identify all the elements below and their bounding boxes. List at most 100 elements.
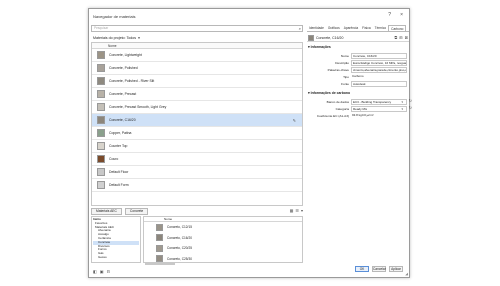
category-select[interactable]: Ready Mix ▾ [351,106,407,112]
title-bar: Navegador de materiais ? × [89,9,409,23]
material-thumbnail [156,223,163,231]
tab-termico[interactable]: Térmico [373,25,389,31]
list-item-label: Concrete, C16/20 [109,118,136,122]
list-item-label: Concrete, Polished - River Silt [109,79,155,83]
material-name: Concrete, C16/20 [316,35,344,40]
material-thumbnail [97,64,105,72]
tab-carbono[interactable]: Carbono [388,25,407,31]
add-icon[interactable]: ⊞ [399,35,402,40]
ok-button[interactable]: OK [355,266,369,272]
new-material-icon[interactable]: ◧ [93,269,97,274]
chevron-down-icon: ▾ [401,100,403,104]
material-list: Nome Concrete, Lightweight Concrete, Poli… [91,42,303,206]
field-label: Banco de dados [326,100,349,104]
tab-aparencia[interactable]: Aparência [342,25,360,31]
tab-graficos[interactable]: Gráficos [326,25,342,31]
library-tabs: Materiais AEC Concrete ▦ ☰ ▾ [91,208,303,215]
horizontal-scrollbar[interactable] [145,263,175,265]
list-item[interactable]: Concrete, Polished - River Silt [92,75,302,88]
ec-coefficient-value: 93.8 kgCO₂e/m³ [352,113,374,117]
browser-icon[interactable]: ⊟ [107,269,110,274]
list-item[interactable]: Concrete, Precast [92,88,302,101]
tab-identidade[interactable]: Identidade [307,25,326,31]
description-input[interactable]: Euroc&ódigo Concreto, 16 MPa, resguarnt … [351,60,407,66]
library-filter-bar[interactable]: Materiais do projeto: Todos ▾ ▤ [91,34,313,41]
grid-item[interactable]: Concreto, C12/15 [144,222,302,233]
material-thumbnail [97,142,105,150]
list-item[interactable]: Copper, Patina [92,127,302,140]
field-category: Categoria Ready Mix ▾ ↻ [307,105,412,112]
delete-icon[interactable]: ⊠ [405,35,408,40]
options-icon[interactable]: ▾ [301,208,303,213]
type-value: Carbono [352,74,364,78]
material-thumbnail [97,103,105,111]
grid-item[interactable]: Concreto, C20/25 [144,243,302,254]
field-keywords: Palavras-chave cimento,alvenaria,parede,… [307,67,409,73]
field-database: Banco de dados EC3 - Building Transparen… [307,98,412,105]
list-item[interactable]: Concrete, C16/20 ✎ [92,114,302,127]
list-item[interactable]: Couro [92,153,302,166]
list-item[interactable]: Concrete, Lightweight [92,49,302,62]
duplicate-icon[interactable]: ⧉ [394,35,397,40]
refresh-icon[interactable]: ↻ [409,98,412,103]
field-ec-coefficient: Coeficiente EC (A1-A3) 93.8 kgCO₂e/m³ [307,113,409,119]
help-button[interactable]: ? [388,12,391,18]
info-section-header[interactable]: ▾ Informações [308,45,331,49]
grid-item-label: Concreto, C20/25 [167,246,192,251]
tab-fisica[interactable]: Física [360,25,373,31]
grid-item-label: Concreto, C16/20 [167,235,192,240]
field-description: Descrição Euroc&ódigo Concreto, 16 MPa, … [307,60,409,66]
cancel-button[interactable]: Cancelar [372,266,386,272]
keywords-input[interactable]: cimento,alvenaria,parede,cimento,piso,ca… [351,67,407,73]
list-item[interactable]: Counter Top [92,140,302,153]
material-thumbnail [97,129,105,137]
field-label: Categoria [335,107,349,111]
tab-materiais-aec[interactable]: Materiais AEC [91,208,122,215]
chevron-down-icon: ▾ [401,107,403,111]
list-item-label: Couro [109,157,119,161]
grid-view-icon[interactable]: ▦ [290,208,294,213]
grid-item-label: Concreto, C12/15 [167,225,192,230]
list-view-icon[interactable]: ☰ [295,208,299,213]
apply-button[interactable]: Aplicar [389,266,403,272]
tab-concrete[interactable]: Concrete [124,208,149,215]
list-item-label: Concrete, Precast Smooth, Light Grey [109,105,167,109]
edit-icon[interactable]: ✎ [293,118,296,123]
properties-pane: Identidade Gráficos Aparência Física Tér… [307,25,412,269]
list-item-label: Concrete, Lightweight [109,53,142,57]
bottom-toolbar: ◧ ▣ ⊟ [93,269,110,274]
list-item[interactable]: Concrete, Precast Smooth, Light Grey [92,101,302,114]
left-pane: Pesquisar ⌕ Materiais do projeto: Todos … [91,25,313,274]
resize-grip-icon[interactable]: ◢ [405,272,408,276]
window-title: Navegador de materiais [93,13,136,19]
search-icon[interactable]: ⌕ [299,26,301,31]
database-select[interactable]: EC3 - Building Transparency ▾ [351,99,407,105]
material-thumbnail [97,181,105,189]
field-label: Nome [340,54,349,58]
open-library-icon[interactable]: ▣ [100,269,104,274]
list-item-label: Copper, Patina [109,131,132,135]
grid-item[interactable]: Concreto, C16/20 [144,233,302,244]
refresh-icon[interactable]: ↻ [409,105,412,110]
close-button[interactable]: × [400,12,403,18]
field-label: Tipo [343,75,349,79]
name-input[interactable]: Concrete, C16/20 [351,53,407,59]
carbon-section-header[interactable]: ▾ Informações de carbono [308,91,350,95]
tree-item[interactable]: Gesso [93,255,139,260]
material-thumbnail [156,255,163,262]
list-item[interactable]: Concrete, Polished [92,62,302,75]
search-input[interactable]: Pesquisar ⌕ [91,25,303,32]
list-item[interactable]: Default Floor [92,166,302,179]
material-thumbnail [156,234,163,242]
list-item[interactable]: Default Form [92,179,302,192]
grid-item[interactable]: Concreto, C25/30 [144,254,302,262]
list-item-label: Concrete, Polished [109,66,138,70]
library-filter-label[interactable]: Materiais do projeto: Todos [93,36,136,40]
database-value: EC3 - Building Transparency [353,100,392,104]
source-input[interactable]: Autodesk [351,81,407,87]
category-value: Ready Mix [353,107,368,111]
filter-icon[interactable]: ▾ [138,36,140,40]
material-thumbnail [97,168,105,176]
material-swatch [308,34,314,41]
library-view-icons: ▦ ☰ ▾ [290,208,303,213]
